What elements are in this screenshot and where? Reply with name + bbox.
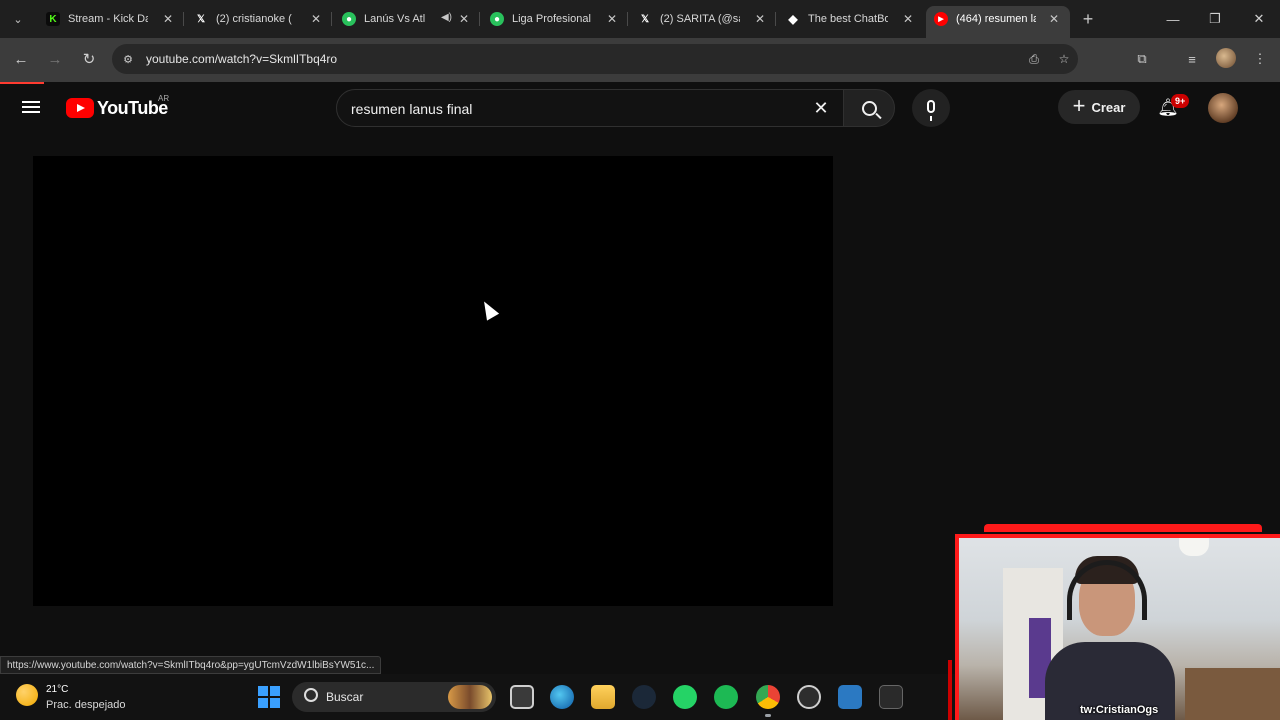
- close-tab-icon[interactable]: ✕: [604, 11, 620, 27]
- file-explorer-icon[interactable]: [591, 685, 615, 709]
- tab-chatbot[interactable]: ◆ The best ChatBo ✕: [786, 6, 916, 32]
- epic-games-icon[interactable]: [879, 685, 903, 709]
- plus-icon: +: [1072, 93, 1086, 118]
- restore-icon[interactable]: ❐: [1204, 8, 1226, 30]
- search-button[interactable]: [843, 89, 895, 127]
- x-icon: 𝕏: [640, 13, 650, 25]
- tab-youtube-active[interactable]: ▶ (464) resumen la ✕: [934, 6, 1062, 32]
- search-input[interactable]: resumen lanus final ✕: [336, 89, 844, 127]
- microphone-icon: [927, 99, 935, 121]
- tab-title: (2) SARITA (@sa: [660, 13, 740, 25]
- tab-separator: [479, 12, 480, 26]
- minimize-icon[interactable]: —: [1162, 8, 1184, 30]
- whatsapp-icon[interactable]: [673, 685, 697, 709]
- notifications-badge: 9+: [1171, 94, 1190, 108]
- youtube-header: YouTube AR resumen lanus final ✕ + Crear…: [0, 84, 1280, 132]
- soccer-icon: ●: [490, 12, 504, 26]
- forward-arrow-icon[interactable]: →: [44, 48, 66, 70]
- browser-profile-avatar[interactable]: [1216, 48, 1236, 68]
- overlay-border: [948, 660, 952, 720]
- steam-icon[interactable]: [632, 685, 656, 709]
- tab-separator: [627, 12, 628, 26]
- notepad-icon[interactable]: [838, 685, 862, 709]
- browser-tab-strip: ⌄ K Stream - Kick Da ✕ 𝕏 (2) cristianoke…: [0, 0, 1280, 38]
- search-icon: [304, 688, 318, 702]
- webcam-ceiling-lamp: [1179, 538, 1209, 556]
- windows-start-icon[interactable]: [258, 686, 280, 708]
- tab-title: Liga Profesional: [512, 13, 591, 25]
- browser-toolbar: ← → ↻ ⚙ youtube.com/watch?v=SkmlITbq4ro …: [0, 38, 1280, 82]
- close-tab-icon[interactable]: ✕: [456, 11, 472, 27]
- close-tab-icon[interactable]: ✕: [160, 11, 176, 27]
- tab-x-sarita[interactable]: 𝕏 (2) SARITA (@sa ✕: [638, 6, 768, 32]
- create-label: Crear: [1091, 99, 1126, 115]
- address-bar[interactable]: ⚙ youtube.com/watch?v=SkmlITbq4ro ☆ ⎙: [112, 44, 1078, 74]
- close-tab-icon[interactable]: ✕: [752, 11, 768, 27]
- back-arrow-icon[interactable]: ←: [10, 48, 32, 70]
- running-indicator: [765, 714, 771, 717]
- youtube-icon: ▶: [934, 12, 948, 26]
- search-highlight-image: [448, 685, 492, 709]
- screen: ⌄ K Stream - Kick Da ✕ 𝕏 (2) cristianoke…: [0, 0, 1280, 720]
- tab-title: The best ChatBo: [808, 13, 888, 25]
- webcam-frame-top: [984, 524, 1262, 532]
- tab-separator: [183, 12, 184, 26]
- tab-title: (2) cristianoke (: [216, 13, 292, 25]
- webcam-feed: [959, 538, 1280, 720]
- media-control-icon[interactable]: ≡: [1182, 49, 1202, 69]
- weather-description[interactable]: Prac. despejado: [46, 699, 126, 711]
- obs-icon[interactable]: [797, 685, 821, 709]
- new-tab-plus-icon[interactable]: +: [1078, 9, 1098, 29]
- kick-icon: K: [46, 12, 60, 26]
- clear-search-icon[interactable]: ✕: [811, 98, 831, 118]
- tab-title: Lanús Vs Atl: [364, 13, 426, 25]
- tab-separator: [331, 12, 332, 26]
- reload-icon[interactable]: ↻: [78, 48, 100, 70]
- spotify-icon[interactable]: [714, 685, 738, 709]
- weather-sun-icon[interactable]: [16, 684, 38, 706]
- bookmark-star-icon[interactable]: ☆: [1056, 51, 1072, 67]
- tab-separator: [775, 12, 776, 26]
- tab-x-cristianoke[interactable]: 𝕏 (2) cristianoke ( ✕: [194, 6, 324, 32]
- webcam-handle-label: tw:CristianOgs: [1080, 704, 1159, 716]
- youtube-play-icon: [66, 98, 94, 118]
- search-query[interactable]: resumen lanus final: [351, 101, 472, 117]
- close-tab-icon[interactable]: ✕: [900, 11, 916, 27]
- tab-liga-profesional[interactable]: ● Liga Profesional ✕: [490, 6, 620, 32]
- youtube-logo[interactable]: YouTube: [66, 97, 168, 119]
- task-view-icon[interactable]: [510, 685, 534, 709]
- diamond-icon: ◆: [788, 12, 798, 26]
- tab-title: (464) resumen la: [956, 13, 1036, 25]
- tab-title: Stream - Kick Da: [68, 13, 148, 25]
- weather-temperature[interactable]: 21°C: [46, 684, 68, 695]
- taskbar-search[interactable]: Buscar: [292, 682, 496, 712]
- tab-search-chevron-icon[interactable]: ⌄: [8, 9, 28, 29]
- edge-icon[interactable]: [550, 685, 574, 709]
- tab-kick[interactable]: K Stream - Kick Da ✕: [46, 6, 176, 32]
- chrome-icon[interactable]: [756, 685, 780, 709]
- extensions-puzzle-icon[interactable]: ⧉: [1132, 49, 1152, 69]
- window-close-icon[interactable]: ✕: [1248, 8, 1270, 30]
- account-avatar[interactable]: [1208, 93, 1238, 123]
- close-tab-icon[interactable]: ✕: [308, 11, 324, 27]
- video-player[interactable]: [33, 156, 833, 606]
- taskbar-search-label: Buscar: [326, 690, 364, 704]
- menu-icon[interactable]: [22, 98, 44, 118]
- x-icon: 𝕏: [196, 13, 206, 25]
- country-code: AR: [158, 94, 170, 103]
- site-info-icon[interactable]: ⚙: [120, 51, 136, 67]
- install-app-icon[interactable]: ⎙: [1026, 51, 1042, 67]
- close-tab-icon[interactable]: ✕: [1046, 11, 1062, 27]
- webcam-background-furniture: [1185, 668, 1280, 720]
- browser-menu-icon[interactable]: ⋮: [1250, 49, 1270, 69]
- tab-lanus[interactable]: ● Lanús Vs Atl ◀) ✕: [342, 6, 472, 32]
- search-icon: [861, 100, 877, 116]
- create-button[interactable]: + Crear: [1058, 90, 1140, 124]
- url-text[interactable]: youtube.com/watch?v=SkmlITbq4ro: [146, 52, 337, 66]
- link-status-bubble: https://www.youtube.com/watch?v=SkmlITbq…: [0, 656, 382, 674]
- speaker-icon[interactable]: ◀): [441, 12, 452, 23]
- voice-search-button[interactable]: [912, 89, 950, 127]
- soccer-icon: ●: [342, 12, 356, 26]
